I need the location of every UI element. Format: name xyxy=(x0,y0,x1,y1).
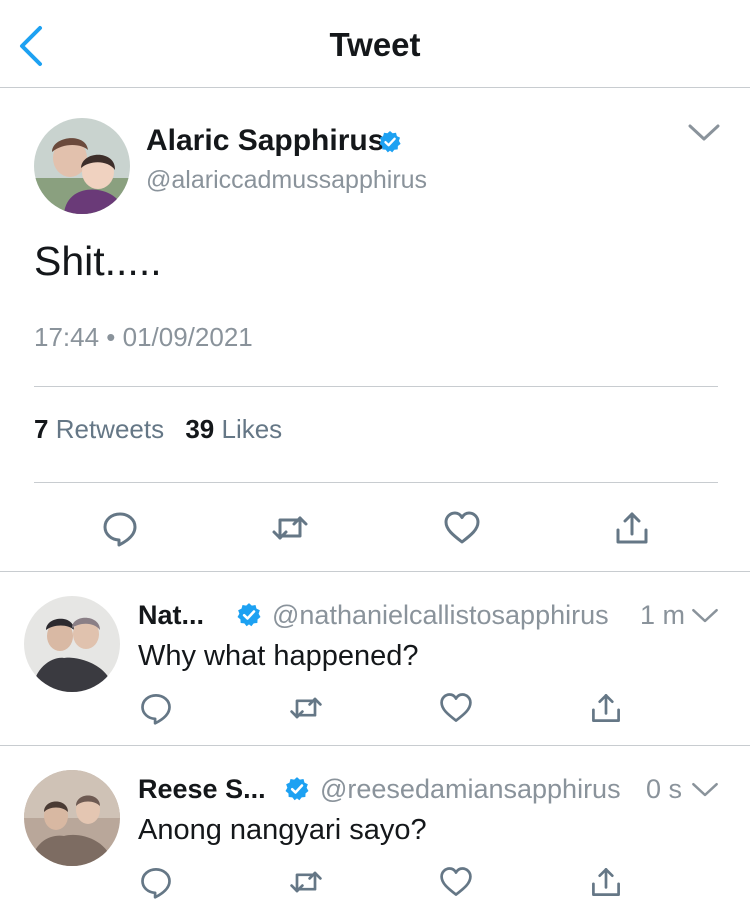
avatar-photo xyxy=(34,118,130,214)
chevron-down-icon[interactable] xyxy=(690,604,720,628)
share-icon xyxy=(588,690,624,726)
tweet-timestamp: 17:44 • 01/09/2021 xyxy=(34,322,253,352)
reply-icon xyxy=(138,690,174,726)
share-button[interactable] xyxy=(588,864,624,900)
share-icon xyxy=(612,508,652,548)
main-tweet: Alaric Sapphirus @alariccadmussapphirus … xyxy=(0,88,750,572)
author-name[interactable]: Alaric Sapphirus xyxy=(146,124,384,158)
reply-text: Why what happened? xyxy=(138,640,419,672)
reply-icon xyxy=(138,864,174,900)
reply-time: 0 s xyxy=(646,774,683,804)
like-button[interactable] xyxy=(438,864,474,900)
engagement-stats: 7 Retweets 39 Likes xyxy=(34,414,282,445)
like-icon xyxy=(438,690,474,726)
like-button[interactable] xyxy=(438,690,474,726)
like-button[interactable] xyxy=(442,508,482,548)
verified-badge-icon xyxy=(378,130,402,154)
verified-badge-icon xyxy=(284,776,310,802)
divider xyxy=(34,386,718,387)
retweet-button[interactable] xyxy=(288,864,324,900)
verified-badge-icon xyxy=(236,602,262,628)
like-icon xyxy=(442,508,482,548)
likes-label[interactable]: Likes xyxy=(221,414,282,444)
reply-time: 1 m xyxy=(640,600,686,630)
reply-icon xyxy=(100,508,140,548)
navigation-bar: Tweet xyxy=(0,0,750,88)
avatar-photo xyxy=(24,596,120,692)
share-icon xyxy=(588,864,624,900)
retweet-button[interactable] xyxy=(288,690,324,726)
retweet-icon xyxy=(288,864,324,900)
retweet-icon xyxy=(270,508,310,548)
share-button[interactable] xyxy=(588,690,624,726)
divider xyxy=(34,482,718,483)
reply-avatar[interactable] xyxy=(24,596,120,692)
share-button[interactable] xyxy=(612,508,652,548)
retweets-label[interactable]: Retweets xyxy=(56,414,164,444)
page-title: Tweet xyxy=(329,26,421,63)
retweet-icon xyxy=(288,690,324,726)
chevron-down-icon[interactable] xyxy=(686,118,722,148)
tweet-text: Shit..... xyxy=(34,238,162,284)
reply-tweet[interactable]: Nat... @nathanielcallistosapphirus 1 m W… xyxy=(0,572,750,746)
reply-tweet[interactable]: Reese S... @reesedamiansapphirus 0 s Ano… xyxy=(0,746,750,919)
author-avatar[interactable] xyxy=(34,118,130,214)
likes-count[interactable]: 39 xyxy=(185,414,214,444)
reply-button[interactable] xyxy=(100,508,140,548)
reply-avatar[interactable] xyxy=(24,770,120,866)
reply-text: Anong nangyari sayo? xyxy=(138,814,427,846)
author-handle[interactable]: @alariccadmussapphirus xyxy=(146,166,427,195)
reply-author-handle[interactable]: @reesedamiansapphirus xyxy=(320,774,621,805)
reply-author-name[interactable]: Reese S... xyxy=(138,774,266,805)
reply-button[interactable] xyxy=(138,864,174,900)
chevron-down-icon[interactable] xyxy=(690,778,720,802)
reply-author-handle[interactable]: @nathanielcallistosapphirus xyxy=(272,600,609,631)
avatar-photo xyxy=(24,770,120,866)
retweets-count[interactable]: 7 xyxy=(34,414,48,444)
reply-author-name[interactable]: Nat... xyxy=(138,600,204,631)
retweet-button[interactable] xyxy=(270,508,310,548)
reply-button[interactable] xyxy=(138,690,174,726)
like-icon xyxy=(438,864,474,900)
